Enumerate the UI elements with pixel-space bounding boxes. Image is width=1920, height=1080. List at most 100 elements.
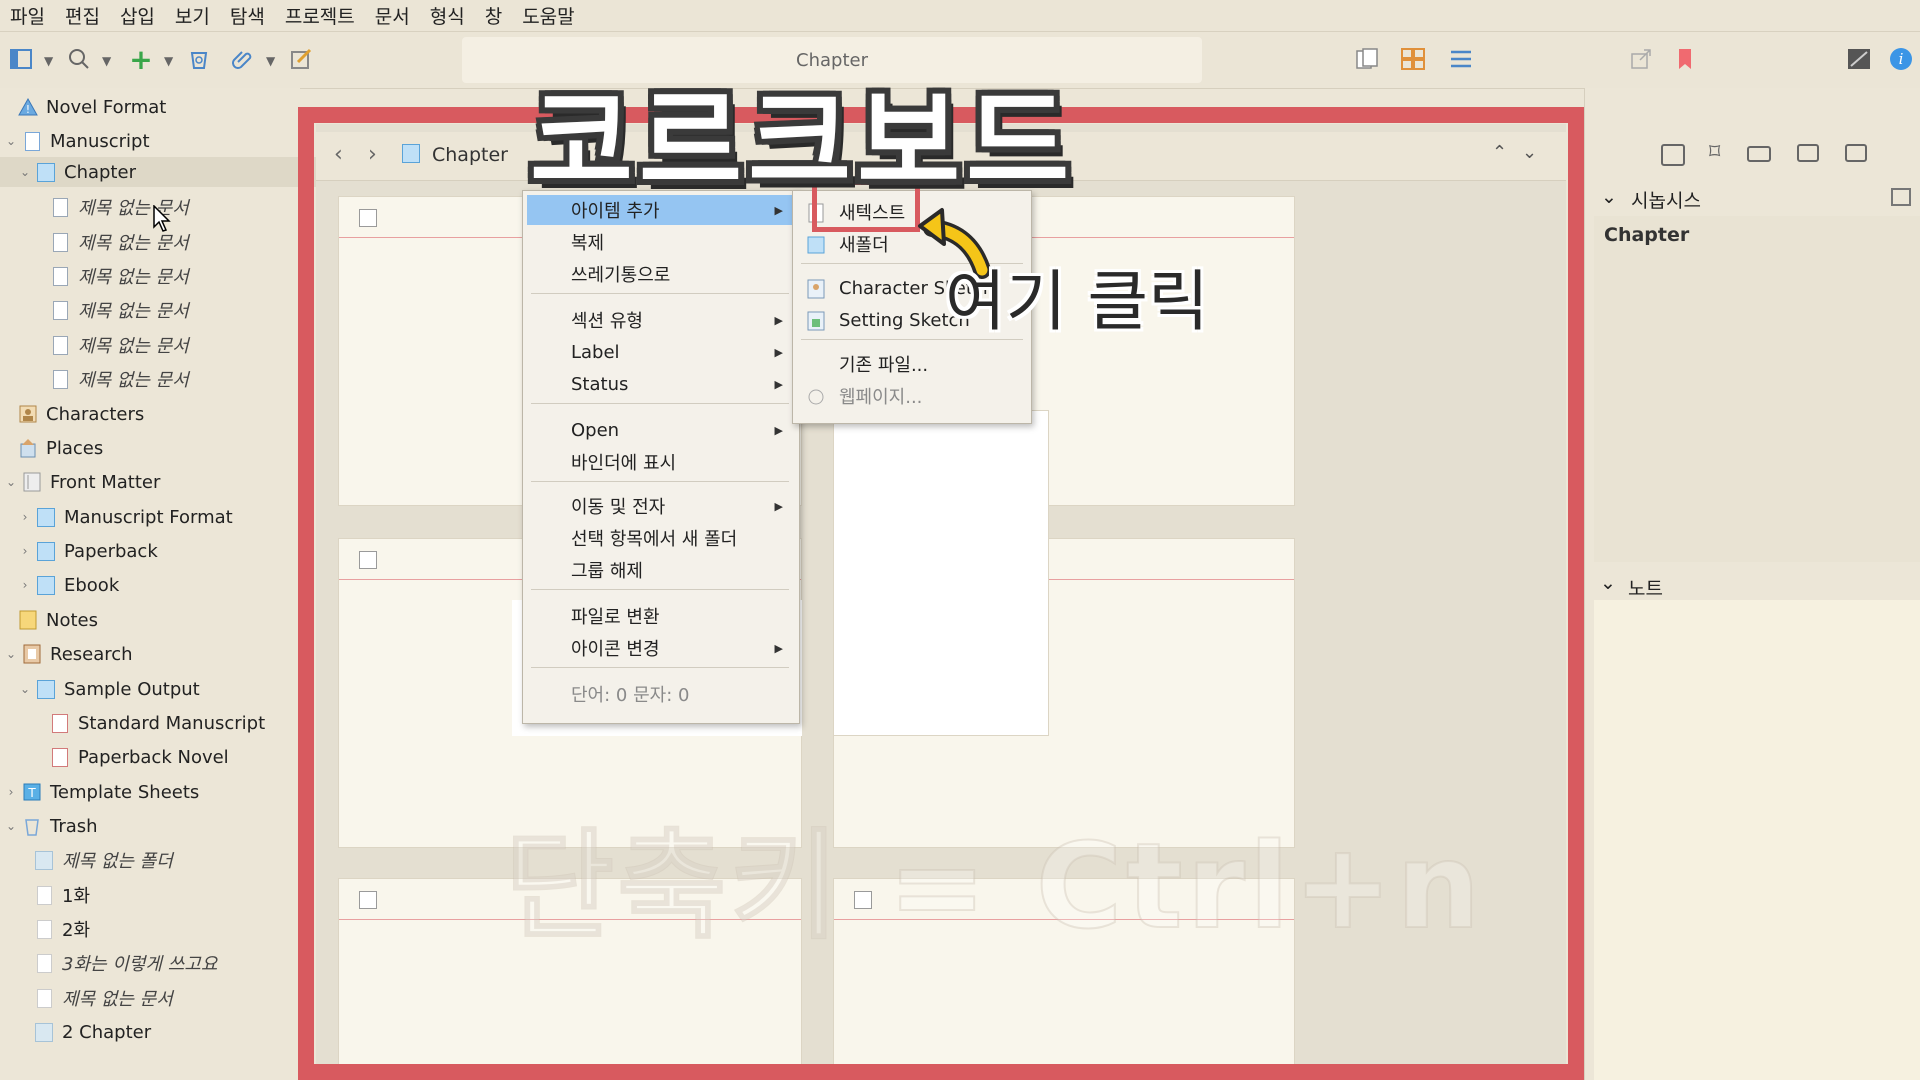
tag-icon[interactable] [1747, 146, 1771, 162]
binder-item-doc[interactable]: 제목 없는 문서 [0, 364, 350, 394]
back-icon[interactable]: ‹ [334, 142, 343, 167]
camera-icon[interactable] [1797, 144, 1819, 162]
chevron-down-icon[interactable]: ▼ [266, 54, 275, 68]
binder-item-sample-output[interactable]: ⌄ Sample Output [0, 674, 318, 704]
attach-icon[interactable] [230, 46, 256, 72]
chevron-down-icon[interactable]: ⌄ [1601, 186, 1617, 208]
card-checkbox[interactable] [359, 209, 377, 227]
ctx-ungroup[interactable]: 그룹 해제 [527, 555, 793, 585]
ctx-duplicate[interactable]: 복제 [527, 227, 793, 257]
menu-edit[interactable]: 편집 [65, 2, 100, 29]
binder-item-front-matter[interactable]: ⌄ Front Matter [0, 467, 304, 497]
notes-icon[interactable] [1661, 144, 1685, 166]
single-view-icon[interactable] [1354, 46, 1380, 72]
chevron-down-icon[interactable]: ▼ [164, 54, 173, 68]
binder-item-trash-doc[interactable]: 2화 [0, 914, 334, 944]
menu-insert[interactable]: 삽입 [120, 2, 155, 29]
corkboard-icon[interactable] [1400, 46, 1426, 72]
binder-item-template-sheets[interactable]: › T Template Sheets [0, 777, 304, 807]
binder-item-label: Ebook [64, 574, 120, 596]
ctx-open[interactable]: Open ▶ [527, 415, 793, 445]
binder-item-notes[interactable]: Notes [0, 605, 318, 635]
menu-project[interactable]: 프로젝트 [285, 2, 355, 29]
chevron-right-icon[interactable]: › [18, 544, 32, 558]
compose-icon[interactable] [288, 46, 314, 72]
menu-window[interactable]: 창 [485, 2, 502, 29]
card-checkbox[interactable] [359, 551, 377, 569]
card-checkbox[interactable] [359, 891, 377, 909]
ctx-label: 쓰레기통으로 [571, 265, 671, 286]
chevron-right-icon[interactable]: › [18, 578, 32, 592]
compose-mode-icon[interactable] [1846, 46, 1872, 72]
binder-item-manuscript[interactable]: ⌄ Manuscript [0, 126, 304, 156]
binder-item-label: Standard Manuscript [78, 712, 266, 734]
info-icon[interactable]: i [1888, 46, 1914, 72]
chevron-down-icon[interactable]: ⌄ [1600, 572, 1616, 594]
binder-item-paperback[interactable]: › Paperback [0, 536, 318, 566]
synopsis-box[interactable]: Chapter [1594, 216, 1920, 562]
binder-item-trash-doc[interactable]: 1화 [0, 880, 334, 910]
chevron-down-icon[interactable]: ⌄ [1522, 142, 1537, 163]
add-icon[interactable]: + [128, 43, 154, 76]
chevron-right-icon[interactable]: › [18, 510, 32, 524]
synopsis-title[interactable]: Chapter [1604, 224, 1689, 246]
binder-item-characters[interactable]: Characters [0, 399, 318, 429]
menu-view[interactable]: 보기 [175, 2, 210, 29]
chevron-down-icon[interactable]: ⌄ [4, 819, 18, 833]
binder-item-doc[interactable]: 제목 없는 문서 [0, 330, 350, 360]
chevron-down-icon[interactable]: ⌄ [4, 134, 18, 148]
trash-icon[interactable] [186, 46, 212, 72]
binder-item-trash-doc[interactable]: 2 Chapter [0, 1017, 334, 1047]
sub-web-page[interactable]: 웹페이지... [797, 381, 1025, 411]
binder-item-trash-doc[interactable]: 제목 없는 문서 [0, 983, 334, 1013]
binder-item-manuscript-format[interactable]: › Manuscript Format [0, 502, 318, 532]
comment-icon[interactable] [1845, 144, 1867, 162]
sub-existing-file[interactable]: 기존 파일... [797, 349, 1025, 379]
chevron-down-icon[interactable]: ▼ [44, 54, 53, 68]
notes-area[interactable] [1594, 600, 1920, 1080]
binder-item-chapter[interactable]: ⌄ Chapter [0, 157, 318, 187]
chevron-down-icon[interactable]: ⌄ [4, 475, 18, 489]
menu-document[interactable]: 문서 [375, 2, 410, 29]
outline-icon[interactable] [1448, 46, 1474, 72]
ctx-convert-to-file[interactable]: 파일로 변환 [527, 601, 793, 631]
search-icon[interactable] [66, 46, 92, 72]
binder-item-doc[interactable]: 제목 없는 문서 [0, 295, 350, 325]
chevron-down-icon[interactable]: ▼ [102, 54, 111, 68]
binder-item-standard-manuscript[interactable]: Standard Manuscript [0, 708, 350, 738]
binder-item-trash[interactable]: ⌄ Trash [0, 811, 304, 841]
ctx-change-icon[interactable]: 아이콘 변경 ▶ [527, 633, 793, 663]
bookmark-icon[interactable]: ⌑ [1709, 140, 1720, 165]
chevron-down-icon[interactable]: ⌄ [4, 647, 18, 661]
binder-icon[interactable] [8, 46, 34, 72]
binder-item-ebook[interactable]: › Ebook [0, 570, 318, 600]
ctx-label-menu[interactable]: Label ▶ [527, 337, 793, 367]
binder-item-doc[interactable]: 제목 없는 문서 [0, 192, 350, 222]
binder-item-paperback-novel[interactable]: Paperback Novel [0, 742, 350, 772]
ctx-new-folder-from-selection[interactable]: 선택 항목에서 새 폴더 [527, 523, 793, 553]
menu-navigate[interactable]: 탐색 [230, 2, 265, 29]
binder-item-trash-doc[interactable]: 3화는 이렇게 쓰고요 [0, 948, 334, 978]
ctx-reveal-in-binder[interactable]: 바인더에 표시 [527, 447, 793, 477]
chevron-down-icon[interactable]: ⌄ [18, 682, 32, 696]
binder-item-doc[interactable]: 제목 없는 문서 [0, 261, 350, 291]
bookmark-icon[interactable] [1672, 46, 1698, 72]
binder-item-places[interactable]: Places [0, 433, 318, 463]
binder-item-trash-folder[interactable]: 제목 없는 폴더 [0, 845, 334, 875]
menu-help[interactable]: 도움말 [522, 2, 574, 29]
image-icon[interactable] [1891, 188, 1911, 206]
forward-icon[interactable]: › [368, 142, 377, 167]
menu-format[interactable]: 형식 [430, 2, 465, 29]
ctx-move-to-trash[interactable]: 쓰레기통으로 [527, 259, 793, 289]
menu-file[interactable]: 파일 [10, 2, 45, 29]
binder-item-research[interactable]: ⌄ Research [0, 639, 304, 669]
ctx-section-type[interactable]: 섹션 유형 ▶ [527, 305, 793, 335]
binder-item-doc[interactable]: 제목 없는 문서 [0, 227, 350, 257]
ctx-status[interactable]: Status ▶ [527, 369, 793, 399]
binder-item-novel-format[interactable]: ! Novel Format [0, 92, 318, 122]
chevron-up-icon[interactable]: ⌃ [1492, 142, 1507, 163]
chevron-right-icon[interactable]: › [4, 785, 18, 799]
ctx-move[interactable]: 이동 및 전자 ▶ [527, 491, 793, 521]
chevron-down-icon[interactable]: ⌄ [18, 165, 32, 179]
share-icon[interactable] [1628, 46, 1654, 72]
